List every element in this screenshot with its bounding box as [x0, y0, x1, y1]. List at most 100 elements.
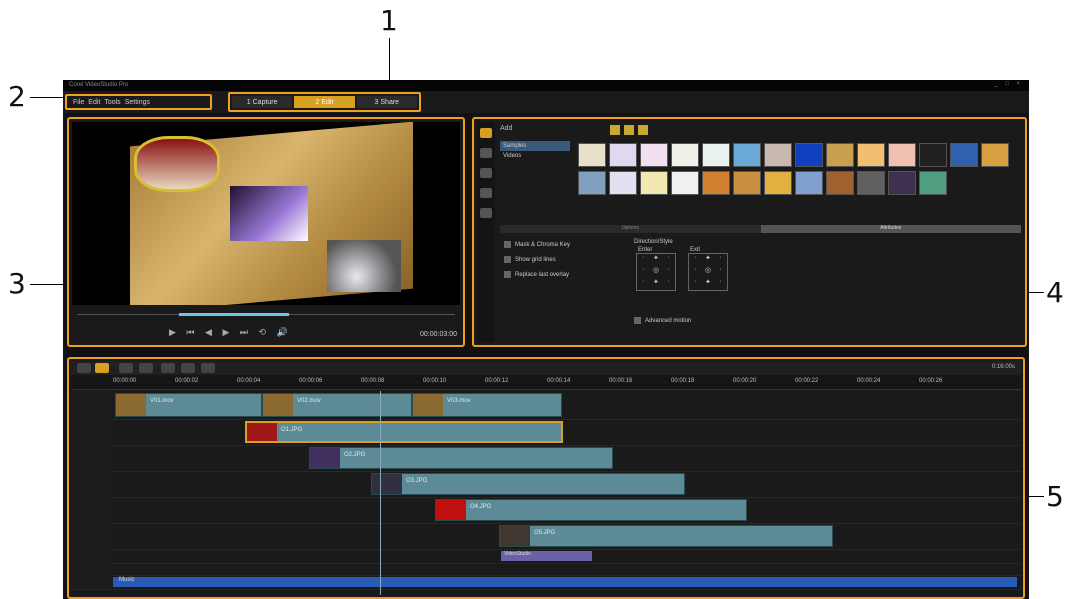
overlay-clip-item-1[interactable]: O1.JPG: [245, 421, 563, 443]
title-icon[interactable]: [480, 168, 492, 178]
media-thumb[interactable]: [764, 143, 792, 167]
show-videos-icon[interactable]: [610, 125, 620, 135]
show-photos-icon[interactable]: [624, 125, 634, 135]
direction-style-label: Direction/Style: [634, 239, 673, 245]
mask-option[interactable]: Mask & Chroma Key: [504, 241, 644, 248]
media-thumb[interactable]: [609, 143, 637, 167]
video-track: V01.mov V02.mov V03.mov: [71, 391, 1021, 420]
grid-option[interactable]: Show grid lines: [504, 256, 644, 263]
timeline-ruler[interactable]: 00:00:00 00:00:02 00:00:04 00:00:06 00:0…: [71, 375, 1021, 390]
overlay-clip-item-4[interactable]: O4.JPG: [435, 499, 747, 521]
transition-icon[interactable]: [480, 188, 492, 198]
media-thumb[interactable]: [609, 171, 637, 195]
menu-file[interactable]: File: [73, 99, 84, 106]
menu-tools[interactable]: Tools: [104, 99, 120, 106]
replace-option[interactable]: Replace last overlay: [504, 271, 644, 278]
media-thumb[interactable]: [671, 143, 699, 167]
overlay-clip-1[interactable]: [134, 136, 220, 192]
menu-settings[interactable]: Settings: [125, 99, 150, 106]
media-thumb[interactable]: [640, 171, 668, 195]
media-thumb[interactable]: [826, 143, 854, 167]
advanced-motion-option[interactable]: Advanced motion: [634, 317, 691, 324]
redo-button[interactable]: [139, 363, 153, 373]
folder-item[interactable]: Videos: [500, 151, 570, 161]
checkbox[interactable]: [504, 241, 511, 248]
add-folder-button[interactable]: Add: [500, 125, 512, 132]
zoom-readout[interactable]: 0:16:00s: [992, 364, 1015, 370]
timecode[interactable]: 00:00:03:00: [420, 331, 457, 338]
playhead[interactable]: [380, 391, 381, 595]
menu-edit[interactable]: Edit: [88, 99, 100, 106]
title-clip[interactable]: VideoStudio: [501, 551, 592, 561]
overlay-clip-2[interactable]: [230, 186, 308, 241]
track-header: [71, 575, 111, 589]
media-thumb[interactable]: [888, 171, 916, 195]
playback-controls[interactable]: ▶ ⏮ ◀ ▶ ⏭ ⟲ 🔊: [169, 327, 292, 338]
media-thumb[interactable]: [919, 171, 947, 195]
media-thumb[interactable]: [578, 143, 606, 167]
tab-options[interactable]: Options: [500, 225, 761, 233]
main-menu: File Edit Tools Settings: [65, 94, 212, 110]
checkbox[interactable]: [634, 317, 641, 324]
media-thumb[interactable]: [919, 143, 947, 167]
callout-4: 4: [1046, 276, 1064, 309]
step-tabs: 1 Capture 2 Edit 3 Share: [228, 92, 421, 112]
checkbox[interactable]: [504, 271, 511, 278]
record-button[interactable]: [161, 363, 175, 373]
media-thumb[interactable]: [764, 171, 792, 195]
overlay-clip-item-3[interactable]: O3.JPG: [371, 473, 685, 495]
media-thumb[interactable]: [981, 143, 1009, 167]
media-thumb[interactable]: [795, 171, 823, 195]
media-thumb[interactable]: [702, 143, 730, 167]
clip-thumbnail: [500, 526, 530, 546]
ruler-tick: 00:00:02: [175, 378, 199, 384]
video-clip-1[interactable]: V01.mov: [115, 393, 262, 417]
show-audio-icon[interactable]: [638, 125, 648, 135]
trim-range[interactable]: [179, 313, 289, 316]
callout-5: 5: [1046, 480, 1064, 513]
video-clip-2[interactable]: V02.mov: [262, 393, 412, 417]
app-window: Corel VideoStudio Pro _ □ × File Edit To…: [63, 80, 1029, 599]
instant-project-icon[interactable]: [480, 148, 492, 158]
media-thumb[interactable]: [857, 143, 885, 167]
auto-music-button[interactable]: [201, 363, 215, 373]
music-clip[interactable]: Music: [113, 577, 1017, 587]
video-clip-3[interactable]: V03.mov: [412, 393, 562, 417]
tab-edit[interactable]: 2 Edit: [294, 96, 355, 108]
media-thumb[interactable]: [888, 143, 916, 167]
media-thumbnails: [578, 143, 1018, 195]
title-track: VideoStudio: [71, 549, 1021, 564]
clip-label: V03.mov: [447, 398, 471, 404]
media-thumb[interactable]: [733, 143, 761, 167]
media-thumb[interactable]: [733, 171, 761, 195]
media-thumb[interactable]: [795, 143, 823, 167]
overlay-clip-3[interactable]: [327, 240, 401, 292]
window-controls[interactable]: _ □ ×: [994, 81, 1023, 87]
tab-attributes[interactable]: Attributes: [760, 225, 1021, 233]
filter-icon[interactable]: [480, 208, 492, 218]
undo-button[interactable]: [119, 363, 133, 373]
mixer-button[interactable]: [181, 363, 195, 373]
media-thumb[interactable]: [640, 143, 668, 167]
media-thumb[interactable]: [826, 171, 854, 195]
tab-capture[interactable]: 1 Capture: [232, 96, 293, 108]
preview-window[interactable]: [72, 122, 460, 305]
overlay-clip-item-5[interactable]: O5.JPG: [499, 525, 833, 547]
timeline-view-button[interactable]: [95, 363, 109, 373]
storyboard-view-button[interactable]: [77, 363, 91, 373]
tab-share[interactable]: 3 Share: [356, 96, 417, 108]
checkbox[interactable]: [504, 256, 511, 263]
media-thumb[interactable]: [950, 143, 978, 167]
media-thumb[interactable]: [671, 171, 699, 195]
enter-direction-grid[interactable]: · ✦ · · ◎ · · ✦ ·: [636, 253, 676, 291]
media-thumb[interactable]: [857, 171, 885, 195]
media-thumb[interactable]: [578, 171, 606, 195]
media-thumb[interactable]: [702, 171, 730, 195]
exit-direction-grid[interactable]: · ✦ · · ◎ · · ✦ ·: [688, 253, 728, 291]
overlay-track-1: O1.JPG: [71, 419, 1021, 446]
media-icon[interactable]: [480, 128, 492, 138]
folder-item[interactable]: Samples: [500, 141, 570, 151]
clip-label: O2.JPG: [344, 452, 366, 458]
ruler-tick: 00:00:22: [795, 378, 819, 384]
overlay-clip-item-2[interactable]: O2.JPG: [309, 447, 613, 469]
